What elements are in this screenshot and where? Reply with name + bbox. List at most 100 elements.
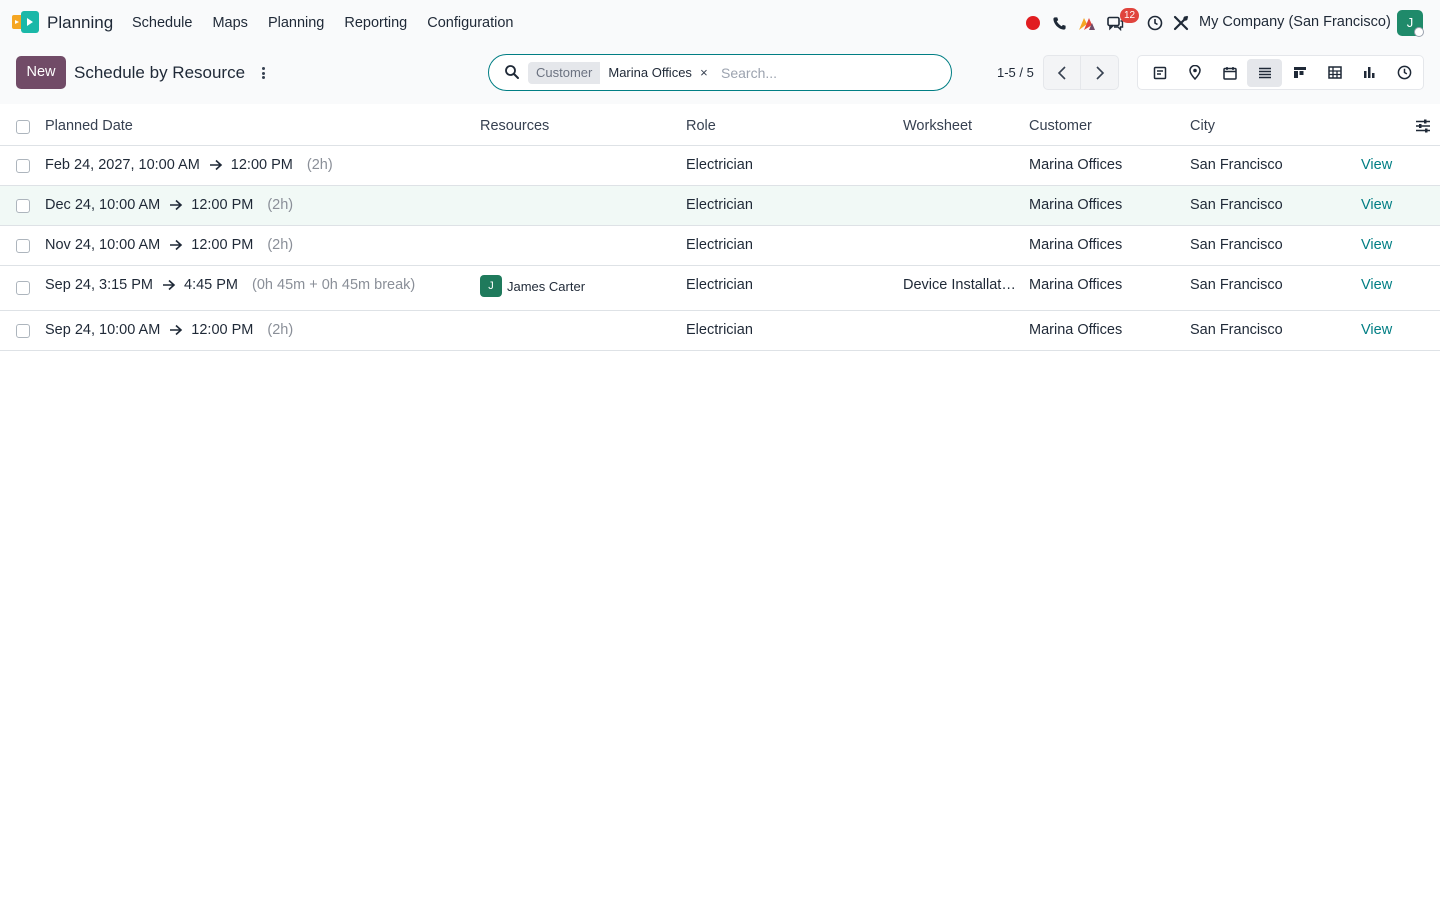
view-button[interactable]: View	[1361, 277, 1392, 293]
column-role[interactable]: Role	[686, 118, 716, 134]
activity-clock-icon	[1397, 65, 1412, 80]
calendar-icon	[1222, 66, 1237, 80]
top-navbar: Planning Schedule Maps Planning Reportin…	[0, 0, 1440, 46]
main-menu: Schedule Maps Planning Reporting Configu…	[122, 0, 524, 46]
duration: (2h)	[306, 157, 333, 173]
duration: (2h)	[267, 322, 294, 338]
facet-value: Marina Offices	[600, 62, 696, 84]
role-cell: Electrician	[686, 322, 753, 338]
role-cell: Electrician	[686, 237, 753, 253]
record-icon[interactable]	[1023, 13, 1043, 33]
list-view-icon	[1258, 67, 1271, 78]
view-activity-button[interactable]	[1387, 59, 1422, 87]
view-list-button[interactable]	[1247, 58, 1282, 87]
row-checkbox[interactable]	[16, 159, 30, 173]
actions-menu-icon[interactable]	[256, 64, 270, 82]
city-cell: San Francisco	[1190, 277, 1283, 293]
view-map-button[interactable]	[1177, 59, 1212, 87]
pager-previous-button[interactable]	[1043, 55, 1081, 90]
view-button[interactable]: View	[1361, 197, 1392, 213]
tools-icon[interactable]	[1171, 13, 1191, 33]
user-status-icon	[1414, 27, 1424, 37]
search-icon[interactable]	[504, 64, 520, 80]
pivot-icon	[1327, 66, 1342, 79]
city-cell: San Francisco	[1190, 157, 1283, 173]
app-name[interactable]: Planning	[47, 13, 113, 33]
search-input[interactable]	[721, 63, 931, 83]
menu-configuration[interactable]: Configuration	[417, 0, 523, 46]
control-panel: New Schedule by Resource Customer Marina…	[0, 46, 1440, 104]
view-form-button[interactable]	[1142, 59, 1177, 87]
table-row[interactable]: Dec 24, 10:00 AM 12:00 PM (2h) Electrici…	[0, 186, 1440, 226]
resource-cell[interactable]: J James Carter	[480, 275, 585, 297]
start-datetime: Sep 24, 3:15 PM	[45, 277, 154, 293]
menu-maps[interactable]: Maps	[202, 0, 257, 46]
new-button[interactable]: New	[16, 56, 66, 89]
optional-columns-icon[interactable]	[1415, 119, 1431, 133]
view-calendar-button[interactable]	[1212, 59, 1247, 87]
row-checkbox[interactable]	[16, 239, 30, 253]
view-button[interactable]: View	[1361, 157, 1392, 173]
end-time: 12:00 PM	[230, 157, 293, 173]
facet-label: Customer	[528, 62, 601, 84]
planned-date-cell: Feb 24, 2027, 10:00 AM 12:00 PM (2h)	[45, 157, 333, 173]
start-datetime: Feb 24, 2027, 10:00 AM	[45, 157, 200, 173]
view-switcher	[1137, 55, 1424, 90]
column-planned-date[interactable]: Planned Date	[45, 118, 133, 134]
chevron-left-icon	[1057, 65, 1066, 80]
messages-count-badge: 12	[1120, 8, 1140, 23]
customer-cell: Marina Offices	[1029, 277, 1123, 293]
clock-icon[interactable]	[1145, 13, 1165, 33]
menu-planning[interactable]: Planning	[258, 0, 334, 46]
customer-cell: Marina Offices	[1029, 322, 1123, 338]
planned-date-cell: Sep 24, 10:00 AM 12:00 PM (2h)	[45, 322, 293, 338]
view-gantt-button[interactable]	[1282, 59, 1317, 87]
pager-next-button[interactable]	[1081, 55, 1119, 90]
bar-chart-icon	[1364, 67, 1375, 78]
duration: (2h)	[267, 197, 294, 213]
breadcrumb-title: Schedule by Resource	[74, 63, 246, 82]
end-time: 12:00 PM	[191, 322, 254, 338]
arrow-right-icon	[163, 279, 176, 291]
end-time: 4:45 PM	[184, 277, 239, 293]
resource-avatar: J	[480, 275, 502, 297]
form-view-icon	[1153, 66, 1166, 79]
view-button[interactable]: View	[1361, 237, 1392, 253]
menu-schedule[interactable]: Schedule	[122, 0, 202, 46]
city-cell: San Francisco	[1190, 197, 1283, 213]
activity-icon[interactable]	[1077, 13, 1097, 33]
view-pivot-button[interactable]	[1317, 59, 1352, 87]
planned-date-cell: Sep 24, 3:15 PM 4:45 PM (0h 45m + 0h 45m…	[45, 277, 415, 293]
row-checkbox[interactable]	[16, 324, 30, 338]
city-cell: San Francisco	[1190, 322, 1283, 338]
view-button[interactable]: View	[1361, 322, 1392, 338]
duration: (2h)	[267, 237, 294, 253]
arrow-right-icon	[209, 159, 222, 171]
column-city[interactable]: City	[1190, 118, 1215, 134]
list-table: Planned Date Resources Role Worksheet Cu…	[0, 106, 1440, 351]
company-switcher[interactable]: My Company (San Francisco)	[1199, 14, 1391, 30]
arrow-right-icon	[170, 239, 183, 251]
row-checkbox[interactable]	[16, 199, 30, 213]
menu-reporting[interactable]: Reporting	[334, 0, 417, 46]
planning-app-icon[interactable]	[12, 11, 39, 33]
resource-name: James Carter	[507, 278, 586, 294]
column-resources[interactable]: Resources	[480, 118, 549, 134]
table-row[interactable]: Sep 24, 3:15 PM 4:45 PM (0h 45m + 0h 45m…	[0, 266, 1440, 311]
column-customer[interactable]: Customer	[1029, 118, 1092, 134]
start-datetime: Dec 24, 10:00 AM	[45, 197, 161, 213]
select-all-checkbox[interactable]	[16, 120, 30, 134]
table-row[interactable]: Feb 24, 2027, 10:00 AM 12:00 PM (2h) Ele…	[0, 146, 1440, 186]
start-datetime: Nov 24, 10:00 AM	[45, 237, 161, 253]
arrow-right-icon	[170, 324, 183, 336]
column-worksheet[interactable]: Worksheet	[903, 118, 972, 134]
row-checkbox[interactable]	[16, 281, 30, 295]
search-facet: Customer Marina Offices ×	[528, 62, 712, 84]
table-row[interactable]: Nov 24, 10:00 AM 12:00 PM (2h) Electrici…	[0, 226, 1440, 266]
facet-remove-icon[interactable]: ×	[696, 62, 712, 84]
phone-icon[interactable]	[1049, 13, 1069, 33]
view-graph-button[interactable]	[1352, 59, 1387, 87]
pager-value[interactable]: 1-5 / 5	[997, 65, 1034, 80]
table-row[interactable]: Sep 24, 10:00 AM 12:00 PM (2h) Electrici…	[0, 311, 1440, 351]
worksheet-cell: Device Installati…	[903, 277, 1019, 293]
